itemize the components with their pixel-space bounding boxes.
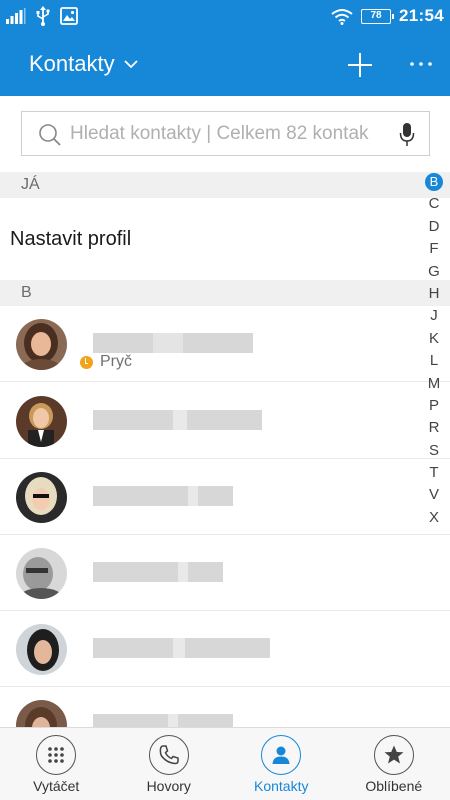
bottom-navigation: Vytáčet Hovory Kontakty Oblíbené <box>0 727 450 800</box>
more-options-button[interactable] <box>406 54 436 74</box>
contact-name-redacted <box>93 486 233 506</box>
alphabet-letter-s[interactable]: S <box>424 440 444 462</box>
alphabet-letter-label: L <box>429 352 439 370</box>
alphabet-letter-label: R <box>428 419 440 437</box>
alphabet-letter-label: C <box>428 195 440 213</box>
alphabet-letter-label: D <box>428 217 440 235</box>
nav-label: Kontakty <box>254 778 309 794</box>
alphabet-letter-label: F <box>429 240 439 258</box>
app-bar: Kontakty <box>0 32 450 96</box>
set-profile-row[interactable]: Nastavit profil <box>0 200 450 280</box>
alphabet-letter-label: S <box>428 441 439 459</box>
set-profile-label: Nastavit profil <box>10 228 132 250</box>
wifi-icon <box>331 8 353 25</box>
avatar <box>16 548 67 599</box>
alphabet-letter-label: G <box>428 262 440 280</box>
image-icon <box>60 7 78 25</box>
alphabet-letter-label: J <box>430 307 438 325</box>
battery-icon: 78 <box>361 8 395 24</box>
alphabet-letter-label: B <box>425 173 443 191</box>
alphabet-letter-f[interactable]: F <box>424 238 444 260</box>
nav-label: Hovory <box>146 778 191 794</box>
avatar <box>16 624 67 675</box>
nav-calls[interactable]: Hovory <box>113 728 226 800</box>
status-icons-right: 78 21:54 <box>331 4 444 28</box>
contact-row[interactable] <box>0 459 450 535</box>
phone-icon <box>148 735 189 775</box>
alphabet-letter-l[interactable]: L <box>424 350 444 372</box>
battery-level: 78 <box>370 10 382 21</box>
alphabet-letter-p[interactable]: P <box>424 395 444 417</box>
page-title: Kontakty <box>29 51 115 76</box>
status-icons-left <box>6 6 78 26</box>
contact-name-redacted <box>93 333 253 353</box>
avatar <box>16 396 67 447</box>
search-icon <box>39 124 61 146</box>
nav-favorites[interactable]: Oblíbené <box>338 728 450 800</box>
contact-name-redacted <box>93 410 262 430</box>
add-contact-button[interactable] <box>345 50 375 80</box>
alphabet-letter-b[interactable]: B <box>424 171 444 193</box>
alphabet-letter-m[interactable]: M <box>424 373 444 395</box>
nav-contacts[interactable]: Kontakty <box>225 728 338 800</box>
alphabet-letter-r[interactable]: R <box>424 417 444 439</box>
more-icon <box>410 62 432 66</box>
contact-name-redacted <box>93 562 223 582</box>
alphabet-letter-label: V <box>428 486 439 504</box>
chevron-down-icon <box>123 60 138 69</box>
contact-row[interactable] <box>0 535 450 611</box>
alphabet-letter-v[interactable]: V <box>424 484 444 506</box>
star-icon <box>373 735 414 775</box>
alphabet-letter-x[interactable]: X <box>424 507 444 529</box>
nav-label: Oblíbené <box>365 778 423 794</box>
alphabet-letter-h[interactable]: H <box>424 283 444 305</box>
presence-label: Pryč <box>100 353 132 370</box>
alphabet-letter-t[interactable]: T <box>424 462 444 484</box>
presence-status: Pryč <box>80 353 132 371</box>
alphabet-letter-label: P <box>428 396 439 414</box>
alphabet-index[interactable]: BCDFGHJKLMPRSTVX <box>424 171 444 529</box>
alphabet-letter-label: X <box>428 508 439 526</box>
signal-icon <box>6 8 26 24</box>
account-selector[interactable]: Kontakty <box>29 51 139 77</box>
alphabet-letter-label: H <box>428 284 440 302</box>
alphabet-letter-k[interactable]: K <box>424 328 444 350</box>
search-input[interactable] <box>70 118 395 150</box>
alphabet-letter-label: K <box>428 329 439 347</box>
dialpad-icon <box>36 735 77 775</box>
avatar <box>16 319 67 370</box>
alphabet-letter-g[interactable]: G <box>424 261 444 283</box>
nav-label: Vytáčet <box>33 778 80 794</box>
clock-icon <box>80 355 93 369</box>
person-icon <box>261 735 302 775</box>
alphabet-letter-c[interactable]: C <box>424 193 444 215</box>
search-box <box>21 111 430 156</box>
avatar <box>16 472 67 523</box>
microphone-icon <box>399 123 415 146</box>
usb-icon <box>36 6 50 26</box>
plus-icon <box>348 53 372 77</box>
contact-row[interactable]: Pryč <box>0 306 450 382</box>
status-bar: 78 21:54 <box>0 0 450 32</box>
alphabet-letter-j[interactable]: J <box>424 305 444 327</box>
contact-row[interactable] <box>0 611 450 687</box>
alphabet-letter-d[interactable]: D <box>424 216 444 238</box>
nav-dialer[interactable]: Vytáčet <box>0 728 113 800</box>
clock: 21:54 <box>399 6 444 25</box>
voice-search-button[interactable] <box>399 122 415 153</box>
alphabet-letter-label: T <box>429 464 439 482</box>
contact-name-redacted <box>93 638 270 658</box>
section-header-me: JÁ <box>0 172 450 198</box>
section-header-b: B <box>0 280 450 306</box>
contact-row[interactable] <box>0 383 450 459</box>
alphabet-letter-label: M <box>427 374 441 392</box>
